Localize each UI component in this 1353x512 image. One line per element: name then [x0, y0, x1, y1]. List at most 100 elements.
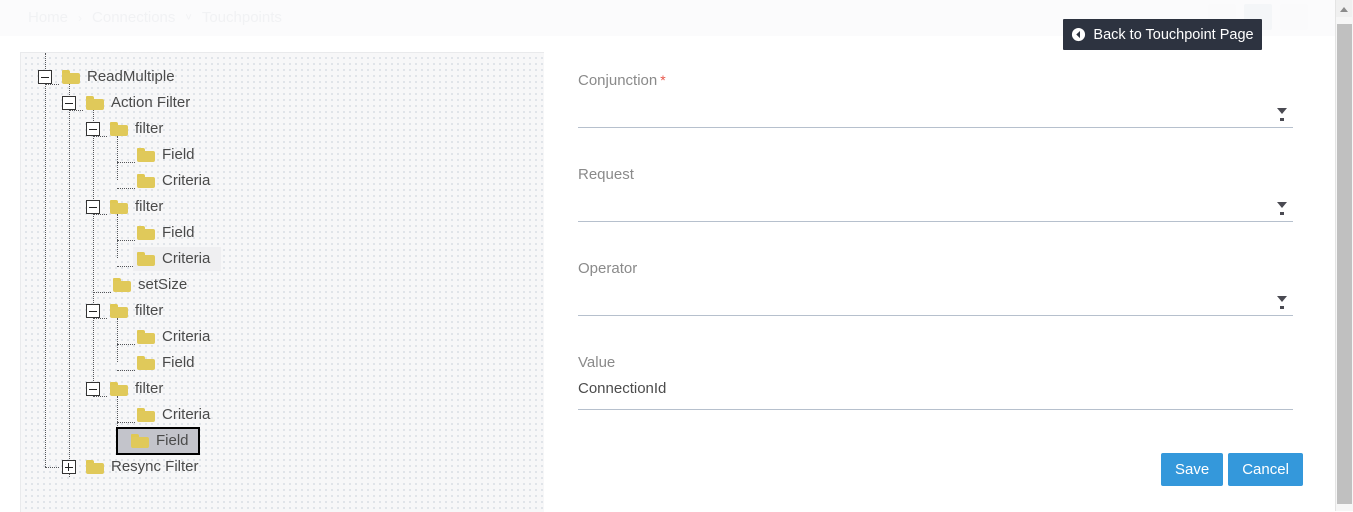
tree-node-filter-2-box[interactable]: filter [106, 195, 174, 219]
tree-node-filter-4-box[interactable]: filter [106, 377, 174, 401]
tree-node-label: filter [135, 198, 164, 215]
tree-connector-line [93, 110, 94, 395]
field-value-input[interactable]: ConnectionId [578, 380, 666, 397]
field-operator[interactable]: Operator [578, 260, 1293, 316]
breadcrumb-item-touchpoints[interactable]: Touchpoints [202, 9, 282, 26]
field-conjunction[interactable]: Conjunction * [578, 72, 1293, 128]
folder-icon [110, 122, 128, 136]
breadcrumb: Home › Connections ˅ Touchpoints [28, 9, 282, 26]
tree-expander-filter-3[interactable] [86, 304, 100, 318]
tree-node-label: Resync Filter [111, 458, 199, 475]
folder-icon [86, 96, 104, 110]
tree-expander-filter-4[interactable] [86, 382, 100, 396]
tree-node-criteria-2-box[interactable]: Criteria [133, 247, 222, 271]
tree-node-field-4-box[interactable]: Field [116, 427, 200, 455]
tree-node-criteria-4-box[interactable]: Criteria [133, 403, 221, 427]
field-conjunction-label: Conjunction * [578, 72, 666, 89]
chevron-down-icon[interactable] [1277, 108, 1287, 121]
tree-expander-resync-filter[interactable] [62, 460, 76, 474]
folder-icon [137, 148, 155, 162]
back-to-touchpoint-page-button[interactable]: Back to Touchpoint Page [1063, 19, 1262, 50]
tree-node-criteria-3[interactable]: Criteria [133, 324, 221, 350]
tree-node-field-2[interactable]: Field [133, 220, 206, 246]
tree-node-filter-3-box[interactable]: filter [106, 299, 174, 323]
tree-node-setsize[interactable]: setSize [109, 272, 198, 298]
tree-node-label: setSize [138, 276, 188, 293]
field-value[interactable]: Value ConnectionId [578, 354, 1293, 410]
filter-detail-form: Conjunction * Request Operator Value Conn… [560, 40, 1320, 511]
chevron-down-icon[interactable] [1277, 202, 1287, 215]
field-request-label: Request [578, 166, 634, 183]
folder-icon [137, 356, 155, 370]
breadcrumb-separator-icon: › [78, 10, 83, 25]
tree-connector-line [93, 318, 107, 319]
chevron-down-icon[interactable] [1277, 296, 1287, 309]
folder-icon [110, 382, 128, 396]
xml-structure-tree-panel[interactable]: ReadMultiple Action Filter filter Field … [20, 52, 544, 512]
tree-node-resync-filter[interactable]: Resync Filter [82, 454, 210, 480]
tree-connector-line [69, 84, 70, 477]
tree-expander-filter-2[interactable] [86, 200, 100, 214]
required-marker: * [660, 72, 666, 88]
tree-node-filter-2[interactable]: filter [106, 194, 174, 220]
tree-node-label: filter [135, 302, 164, 319]
tree-node-criteria-3-box[interactable]: Criteria [133, 325, 221, 349]
tree-node-criteria-2[interactable]: Criteria [133, 246, 222, 272]
folder-icon [137, 174, 155, 188]
tree-node-label: filter [135, 380, 164, 397]
tree-node-label: Criteria [162, 172, 211, 189]
scroll-thumb[interactable] [1337, 24, 1352, 504]
tree-connector-line [117, 214, 118, 258]
page-scrollbar[interactable] [1335, 0, 1353, 511]
folder-icon [110, 200, 128, 214]
folder-icon [113, 278, 131, 292]
tree-node-readmultiple-box[interactable]: ReadMultiple [58, 65, 186, 89]
tree-node-criteria-4[interactable]: Criteria [133, 402, 221, 428]
tree-connector-line [93, 136, 107, 137]
chevron-down-icon[interactable]: ˅ [185, 12, 191, 24]
folder-icon [137, 408, 155, 422]
tree-node-label: Criteria [162, 406, 211, 423]
field-value-label: Value [578, 354, 616, 371]
tree-expander-readmultiple[interactable] [38, 70, 52, 84]
tree-node-field-2-box[interactable]: Field [133, 221, 206, 245]
tree-node-field-3[interactable]: Field [133, 350, 206, 376]
cancel-button[interactable]: Cancel [1228, 453, 1303, 486]
tree-node-label: Criteria [162, 250, 211, 267]
tree-node-action-filter[interactable]: Action Filter [82, 90, 201, 116]
tree-node-criteria-1-box[interactable]: Criteria [133, 169, 221, 193]
save-button[interactable]: Save [1161, 453, 1224, 486]
tree-node-field-3-box[interactable]: Field [133, 351, 206, 375]
tree-connector-line [69, 110, 83, 111]
tree-node-filter-3[interactable]: filter [106, 298, 174, 324]
scroll-up-arrow-icon[interactable] [1336, 0, 1352, 17]
tree-node-action-filter-box[interactable]: Action Filter [82, 91, 201, 115]
chrome-icon-expand [1280, 4, 1308, 30]
tree-expander-action-filter[interactable] [62, 96, 76, 110]
folder-icon [131, 434, 149, 448]
tree-node-field-4-selected[interactable]: Field [116, 427, 200, 455]
tree-node-field-1[interactable]: Field [133, 142, 206, 168]
tree-node-filter-1[interactable]: filter [106, 116, 174, 142]
field-request[interactable]: Request [578, 166, 1293, 222]
breadcrumb-item-connections[interactable]: Connections [92, 9, 175, 26]
tree-node-label: ReadMultiple [87, 68, 175, 85]
tree-node-label: filter [135, 120, 164, 137]
tree-expander-filter-1[interactable] [86, 122, 100, 136]
tree-node-label: Field [162, 224, 195, 241]
tree-node-label: Criteria [162, 328, 211, 345]
breadcrumb-item-home[interactable]: Home [28, 9, 68, 26]
tree-node-filter-4[interactable]: filter [106, 376, 174, 402]
tree-node-field-1-box[interactable]: Field [133, 143, 206, 167]
arrow-circle-left-icon [1071, 27, 1086, 42]
folder-icon [110, 304, 128, 318]
tree-node-label: Field [156, 432, 189, 449]
tree-node-readmultiple[interactable]: ReadMultiple [58, 64, 186, 90]
tree-node-filter-1-box[interactable]: filter [106, 117, 174, 141]
folder-icon [137, 252, 155, 266]
tree-node-setsize-box[interactable]: setSize [109, 273, 198, 297]
tree-connector-line [93, 214, 107, 215]
tree-node-criteria-1[interactable]: Criteria [133, 168, 221, 194]
tree-node-resync-filter-box[interactable]: Resync Filter [82, 455, 210, 479]
tree-connector-line [45, 467, 59, 468]
